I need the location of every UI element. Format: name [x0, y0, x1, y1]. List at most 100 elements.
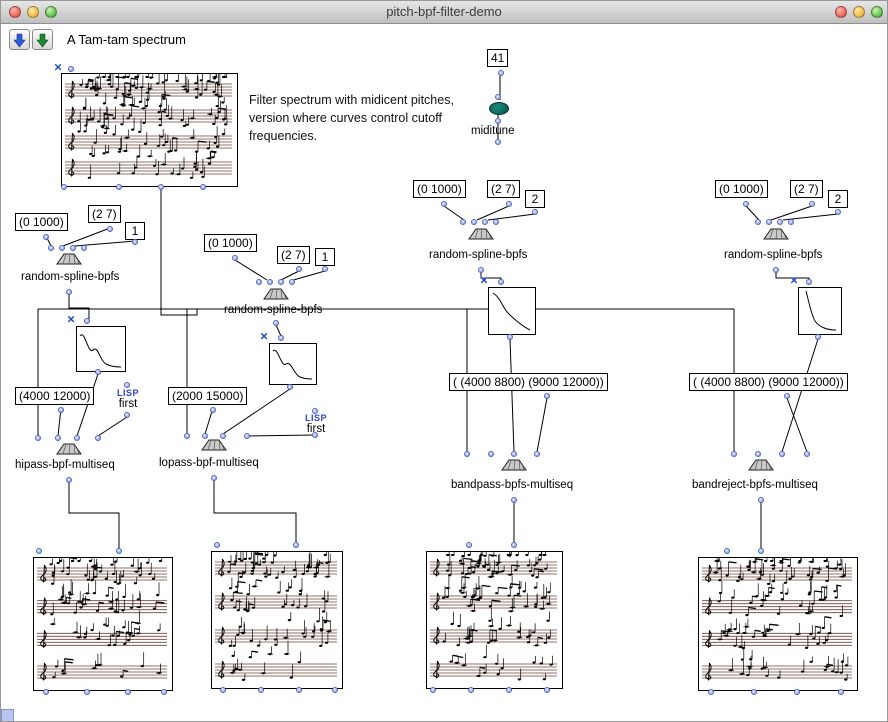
- value-box-rs1-count[interactable]: 1: [125, 222, 145, 240]
- port-dot[interactable]: [287, 384, 293, 390]
- port-dot[interactable]: [773, 267, 779, 273]
- port-dot[interactable]: [511, 451, 517, 457]
- port-dot[interactable]: [838, 689, 844, 695]
- score-box-lopass-result[interactable]: [211, 551, 343, 689]
- port-dot[interactable]: [68, 66, 74, 72]
- port-dot[interactable]: [755, 451, 761, 457]
- value-box-rs2-range[interactable]: (0 1000): [204, 234, 257, 252]
- value-box-rs1-range[interactable]: (0 1000): [15, 213, 68, 231]
- random-spline-bpfs-box-1[interactable]: [55, 251, 83, 267]
- value-box-rs4-degrees[interactable]: (2 7): [790, 180, 823, 198]
- lopass-bpf-multiseq-box[interactable]: [200, 437, 228, 453]
- value-box-bandpass-list[interactable]: ( (4000 8800) (9000 12000)): [449, 373, 608, 391]
- score-box-bandreject-result[interactable]: [698, 557, 858, 691]
- port-dot[interactable]: [758, 497, 764, 503]
- port-dot[interactable]: [708, 689, 714, 695]
- port-dot[interactable]: [116, 184, 122, 190]
- lock-x-icon[interactable]: ×: [260, 329, 268, 344]
- port-dot[interactable]: [55, 435, 61, 441]
- bpf-curve-box-1[interactable]: [76, 326, 126, 372]
- lock-x-icon[interactable]: ×: [480, 273, 488, 288]
- port-dot[interactable]: [256, 279, 262, 285]
- port-dot[interactable]: [161, 689, 167, 695]
- port-dot[interactable]: [200, 184, 206, 190]
- right-close-button[interactable]: [835, 6, 847, 18]
- value-box-rs3-range[interactable]: (0 1000): [413, 180, 466, 198]
- lock-x-icon[interactable]: ×: [790, 273, 798, 288]
- port-dot[interactable]: [743, 201, 749, 207]
- bpf-curve-box-2[interactable]: [269, 343, 317, 385]
- value-box-rs3-count[interactable]: 2: [525, 190, 545, 208]
- port-dot[interactable]: [232, 255, 238, 261]
- port-dot[interactable]: [312, 408, 318, 414]
- value-box-bandreject-list[interactable]: ( (4000 8800) (9000 12000)): [689, 373, 848, 391]
- port-dot[interactable]: [468, 687, 474, 693]
- port-dot[interactable]: [495, 139, 501, 145]
- port-dot[interactable]: [296, 266, 302, 272]
- port-dot[interactable]: [777, 219, 783, 225]
- port-dot[interactable]: [43, 689, 49, 695]
- port-dot[interactable]: [507, 334, 513, 340]
- port-dot[interactable]: [66, 289, 72, 295]
- port-dot[interactable]: [511, 497, 517, 503]
- port-dot[interactable]: [532, 209, 538, 215]
- blue-arrow-button[interactable]: [9, 29, 30, 50]
- value-box-hipass-range[interactable]: (4000 12000): [15, 387, 94, 405]
- port-dot[interactable]: [58, 407, 64, 413]
- random-spline-bpfs-label-3[interactable]: random-spline-bpfs: [429, 249, 527, 261]
- port-dot[interactable]: [273, 320, 279, 326]
- port-dot[interactable]: [464, 451, 470, 457]
- lock-x-icon[interactable]: ×: [54, 60, 62, 75]
- port-dot[interactable]: [766, 219, 772, 225]
- value-box-rs4-range[interactable]: (0 1000): [715, 180, 768, 198]
- port-dot[interactable]: [48, 245, 54, 251]
- port-dot[interactable]: [804, 451, 810, 457]
- port-dot[interactable]: [758, 548, 764, 554]
- port-dot[interactable]: [751, 689, 757, 695]
- random-spline-bpfs-box-2[interactable]: [262, 286, 290, 302]
- port-dot[interactable]: [731, 451, 737, 457]
- port-dot[interactable]: [498, 279, 504, 285]
- port-dot[interactable]: [430, 687, 436, 693]
- bandpass-bpfs-multiseq-label[interactable]: bandpass-bpfs-multiseq: [451, 479, 573, 491]
- port-dot[interactable]: [124, 382, 130, 388]
- port-dot[interactable]: [84, 689, 90, 695]
- port-dot[interactable]: [544, 687, 550, 693]
- score-box-hipass-result[interactable]: [33, 557, 173, 691]
- random-spline-bpfs-label-4[interactable]: random-spline-bpfs: [724, 249, 822, 261]
- bandpass-bpfs-multiseq-box[interactable]: [500, 457, 528, 473]
- value-box-lopass-range[interactable]: (2000 15000): [168, 387, 247, 405]
- lock-x-icon[interactable]: ×: [67, 312, 75, 327]
- value-box-rs2-count[interactable]: 1: [315, 248, 335, 266]
- port-dot[interactable]: [755, 219, 761, 225]
- value-box-rs1-degrees[interactable]: (2 7): [88, 205, 121, 223]
- value-box-midicent[interactable]: 41: [487, 49, 508, 67]
- hipass-bpf-multiseq-box[interactable]: [55, 441, 83, 457]
- lisp-function-box-first-1[interactable]: LISP first: [113, 388, 143, 411]
- port-dot[interactable]: [779, 451, 785, 457]
- random-spline-bpfs-label-1[interactable]: random-spline-bpfs: [21, 271, 119, 283]
- port-dot[interactable]: [482, 219, 488, 225]
- port-dot[interactable]: [220, 687, 226, 693]
- port-dot[interactable]: [293, 542, 299, 548]
- port-dot[interactable]: [59, 245, 65, 251]
- port-dot[interactable]: [312, 432, 318, 438]
- port-dot[interactable]: [441, 201, 447, 207]
- port-dot[interactable]: [95, 369, 101, 375]
- port-dot[interactable]: [81, 245, 87, 251]
- port-dot[interactable]: [784, 393, 790, 399]
- value-box-rs2-degrees[interactable]: (2 7): [277, 246, 310, 264]
- random-spline-bpfs-box-4[interactable]: [762, 226, 790, 242]
- port-dot[interactable]: [35, 435, 41, 441]
- port-dot[interactable]: [84, 318, 90, 324]
- port-dot[interactable]: [258, 687, 264, 693]
- port-dot[interactable]: [498, 70, 504, 76]
- green-arrow-button[interactable]: [32, 29, 53, 50]
- port-dot[interactable]: [506, 201, 512, 207]
- port-dot[interactable]: [332, 687, 338, 693]
- port-dot[interactable]: [210, 407, 216, 413]
- port-dot[interactable]: [124, 412, 130, 418]
- port-dot[interactable]: [214, 542, 220, 548]
- bandreject-bpfs-multiseq-label[interactable]: bandreject-bpfs-multiseq: [692, 479, 818, 491]
- port-dot[interactable]: [220, 433, 226, 439]
